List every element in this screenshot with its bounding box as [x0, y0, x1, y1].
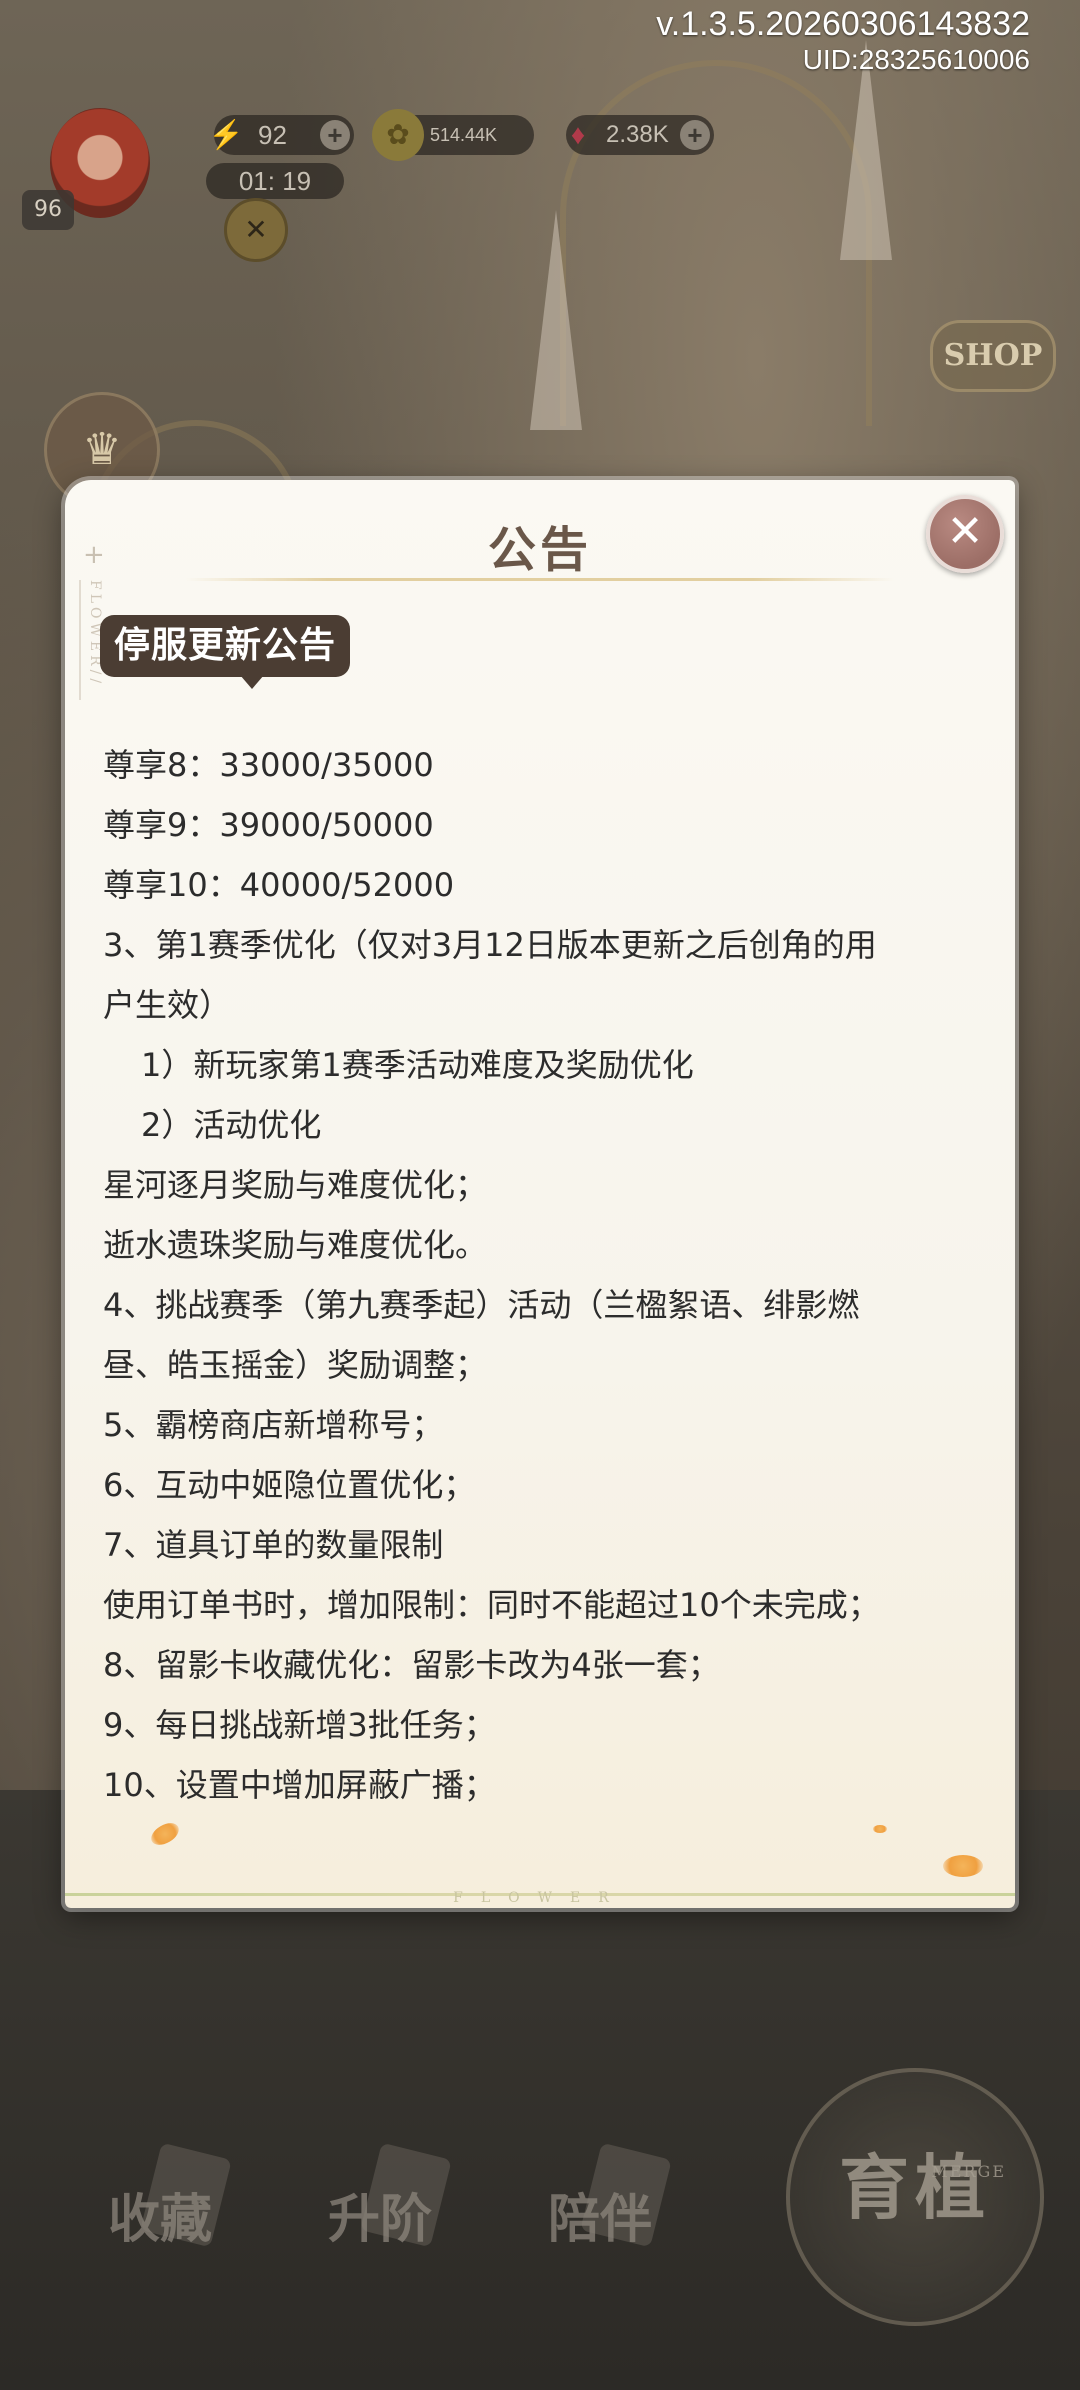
- content-line: 使用订单书时，增加限制：同时不能超过10个未完成；: [103, 1586, 880, 1624]
- close-icon: ✕: [946, 506, 984, 557]
- close-button[interactable]: ✕: [926, 495, 1004, 573]
- level-badge: 96: [22, 190, 74, 230]
- announcement-dialog: + FLOWER// 公告 停服更新公告 尊享8：33000/35000 尊享9…: [65, 480, 1015, 1908]
- petal-decoration: [943, 1855, 983, 1877]
- grow-label: 育植: [839, 2146, 991, 2229]
- content-line: 逝水遗珠奖励与难度优化。: [103, 1226, 488, 1264]
- content-line: 7、道具订单的数量限制: [103, 1526, 444, 1564]
- petal-decoration: [147, 1818, 183, 1850]
- content-line: 昼、皓玉摇金）奖励调整；: [103, 1346, 488, 1384]
- uid-text: UID:28325610006: [802, 44, 1030, 75]
- merge-label: MERGE: [931, 2162, 1006, 2181]
- nav-companion[interactable]: 陪伴: [520, 2142, 680, 2300]
- content-line: 户生效）: [103, 986, 232, 1024]
- gem-counter[interactable]: ♦ 2.38K +: [566, 115, 714, 155]
- shop-button[interactable]: SHOP: [930, 320, 1056, 392]
- nav-collect[interactable]: 收藏: [80, 2142, 240, 2300]
- energy-timer: 01: 19: [206, 163, 344, 199]
- content-line: 4、挑战赛季（第九赛季起）活动（兰楹絮语、绯影燃: [103, 1286, 860, 1324]
- lightning-icon: ⚡: [208, 119, 244, 150]
- nav-upgrade[interactable]: 升阶: [300, 2142, 460, 2300]
- content-line: 6、互动中姬隐位置优化；: [103, 1466, 476, 1504]
- petal-decoration: [873, 1825, 887, 1833]
- gem-icon: ♦: [570, 119, 586, 150]
- add-energy-icon[interactable]: +: [320, 120, 350, 150]
- content-line: 尊享9：39000/50000: [103, 806, 434, 844]
- gem-value: 2.38K: [606, 121, 669, 148]
- content-line: 10、设置中增加屏蔽广播；: [103, 1766, 496, 1804]
- content-line: 2）活动优化: [141, 1106, 322, 1144]
- version-info: v.1.3.5.20260306143832 UID:28325610006: [656, 4, 1030, 76]
- announcement-content[interactable]: 尊享8：33000/35000 尊享9：39000/50000 尊享10：400…: [103, 735, 983, 1815]
- content-line: 尊享10：40000/52000: [103, 866, 455, 904]
- energy-value: 92: [258, 120, 287, 150]
- energy-counter[interactable]: ⚡ 92 +: [209, 115, 354, 155]
- content-line: 1）新玩家第1赛季活动难度及奖励优化: [141, 1046, 694, 1084]
- content-line: 5、霸榜商店新增称号；: [103, 1406, 444, 1444]
- grow-merge-button[interactable]: 育植 MERGE: [786, 2068, 1044, 2326]
- coin-icon: ✿: [372, 109, 424, 161]
- coin-value: 514.44K: [430, 125, 498, 145]
- nav-upgrade-label: 升阶: [327, 2189, 432, 2250]
- content-line: 3、第1赛季优化（仅对3月12日版本更新之后创角的用: [103, 926, 877, 964]
- add-gem-icon[interactable]: +: [680, 120, 710, 150]
- dialog-title: 公告: [487, 522, 592, 578]
- content-line: 9、每日挑战新增3批任务；: [103, 1706, 496, 1744]
- ad-free-icon[interactable]: ✕: [224, 198, 288, 262]
- coin-counter[interactable]: ✿ 514.44K: [372, 109, 534, 161]
- nav-companion-label: 陪伴: [547, 2189, 652, 2250]
- title-divider: [185, 578, 895, 581]
- flower-footer-text: FLOWER: [453, 1890, 627, 1906]
- announcement-tag: 停服更新公告: [100, 615, 351, 689]
- content-line: 尊享8：33000/35000: [103, 746, 434, 784]
- nav-collect-label: 收藏: [107, 2189, 212, 2250]
- version-text: v.1.3.5.20260306143832: [656, 5, 1030, 43]
- content-line: 8、留影卡收藏优化：留影卡改为4张一套；: [103, 1646, 720, 1684]
- content-line: 星河逐月奖励与难度优化；: [103, 1166, 488, 1204]
